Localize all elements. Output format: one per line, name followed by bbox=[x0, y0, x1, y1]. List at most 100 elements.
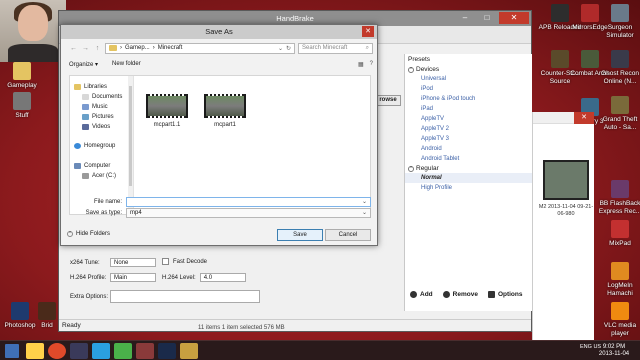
nav-item-libraries[interactable]: Libraries bbox=[74, 84, 107, 90]
refresh-icon[interactable]: ↻ bbox=[286, 45, 291, 52]
h264-level-select[interactable]: 4.0 bbox=[199, 273, 246, 282]
preset-item[interactable]: High Profile bbox=[405, 183, 532, 193]
video-thumbnail[interactable] bbox=[543, 160, 589, 200]
minimize-icon[interactable]: – bbox=[455, 12, 475, 24]
preset-item[interactable]: Normal bbox=[405, 173, 532, 183]
nav-item-computer[interactable]: Computer bbox=[74, 163, 110, 169]
cancel-button[interactable]: Cancel bbox=[325, 229, 371, 241]
skype-taskbar-icon[interactable] bbox=[92, 343, 110, 359]
close-icon[interactable]: ✕ bbox=[362, 26, 374, 37]
preset-actions: Add Remove Options bbox=[410, 291, 523, 298]
clock[interactable]: 9:02 PM 2013-11-04 bbox=[594, 344, 634, 358]
file-name: mcpart1 bbox=[214, 122, 236, 128]
preset-group-devices[interactable]: ⌃ Devices bbox=[405, 65, 532, 74]
desktop-icon[interactable]: BB FlashBack Express Rec... bbox=[598, 180, 640, 215]
explorer-taskbar-icon[interactable] bbox=[26, 343, 44, 359]
maximize-icon[interactable]: □ bbox=[477, 12, 497, 24]
steam-taskbar-icon[interactable] bbox=[70, 343, 88, 359]
handbrake-taskbar-icon[interactable] bbox=[180, 343, 198, 359]
desktop-icon[interactable]: MixPad bbox=[598, 220, 640, 248]
collapse-icon[interactable]: ⌃ bbox=[408, 165, 414, 172]
nav-label: Pictures bbox=[92, 114, 114, 120]
nav-item-documents[interactable]: Documents bbox=[82, 94, 122, 100]
navigation-scrollbar[interactable] bbox=[128, 76, 133, 216]
start-button[interactable] bbox=[5, 344, 19, 358]
libraries-icon bbox=[74, 84, 81, 90]
app-icon bbox=[581, 50, 599, 68]
remove-preset-button[interactable]: Remove bbox=[442, 291, 478, 298]
fast-decode-checkbox[interactable] bbox=[162, 258, 169, 265]
chevron-down-icon[interactable]: ⌄ bbox=[278, 45, 283, 52]
desktop-icon-bridge[interactable]: Brid bbox=[34, 302, 60, 330]
app-icon bbox=[611, 220, 629, 238]
back-icon[interactable]: ← bbox=[69, 44, 78, 53]
preset-item[interactable]: AppleTV bbox=[405, 114, 532, 124]
file-item[interactable]: mcpart1.1 bbox=[142, 94, 192, 128]
forward-icon[interactable]: → bbox=[81, 44, 90, 53]
preset-group-regular[interactable]: ⌃ Regular bbox=[405, 164, 532, 173]
desktop-icon-label: Grand Theft Auto - Sa... bbox=[602, 116, 638, 131]
desktop-icon[interactable]: Grand Theft Auto - Sa... bbox=[598, 96, 640, 131]
nav-item-homegroup[interactable]: Homegroup bbox=[74, 143, 115, 149]
address-bar[interactable]: › Gamep... › Minecraft ⌄ ↻ bbox=[105, 42, 295, 54]
utorrent-taskbar-icon[interactable] bbox=[114, 343, 132, 359]
preset-device-list: Universal iPod iPhone & iPod touch iPad Appl… bbox=[405, 74, 532, 164]
app-taskbar-icon[interactable] bbox=[158, 343, 176, 359]
extra-options-input[interactable] bbox=[110, 290, 260, 303]
h264-level-row: H.264 Level: 4.0 bbox=[162, 273, 246, 282]
desktop-icon[interactable]: Ghost Recon Online (N... bbox=[598, 50, 640, 85]
organize-button[interactable]: Organize ▾ bbox=[69, 61, 98, 68]
add-preset-button[interactable]: Add bbox=[410, 291, 433, 298]
close-icon[interactable]: ✕ bbox=[574, 112, 594, 124]
help-icon[interactable]: ? bbox=[370, 61, 373, 68]
breadcrumb-item[interactable]: Minecraft bbox=[158, 45, 183, 51]
preset-item[interactable]: AppleTV 3 bbox=[405, 134, 532, 144]
file-item[interactable]: mcpart1 bbox=[200, 94, 250, 128]
preset-item[interactable]: Android Tablet bbox=[405, 154, 532, 164]
desktop-icon-label: Gameplay bbox=[7, 82, 37, 89]
desktop-icon[interactable]: VLC media player bbox=[598, 302, 640, 337]
nav-item-drive-c[interactable]: Acer (C:) bbox=[82, 173, 116, 179]
homegroup-icon bbox=[74, 143, 81, 149]
app-icon bbox=[611, 262, 629, 280]
close-icon[interactable]: ✕ bbox=[499, 12, 529, 24]
preset-item[interactable]: iPad bbox=[405, 104, 532, 114]
desktop-icon[interactable]: LogMeIn Hamachi bbox=[598, 262, 640, 297]
desktop-icon-gameplay[interactable]: Gameplay bbox=[0, 62, 44, 90]
preset-item[interactable]: Android bbox=[405, 144, 532, 154]
nav-item-videos[interactable]: Videos bbox=[82, 124, 110, 130]
chevron-down-icon[interactable]: ⌄ bbox=[362, 198, 367, 206]
pictures-icon bbox=[82, 114, 89, 120]
nav-label: Homegroup bbox=[84, 143, 116, 149]
desktop-icon-stuff[interactable]: Stuff bbox=[0, 92, 44, 120]
breadcrumb-item[interactable]: Gamep... bbox=[125, 45, 150, 51]
up-icon[interactable]: ↑ bbox=[93, 44, 102, 53]
view-icon[interactable]: ▦ bbox=[358, 61, 364, 68]
preset-item[interactable]: iPod bbox=[405, 84, 532, 94]
preset-group-label: Devices bbox=[416, 66, 440, 73]
browse-button[interactable]: rowse bbox=[375, 95, 401, 106]
x264-tune-select[interactable]: None bbox=[110, 258, 156, 267]
search-input[interactable]: Search Minecraft ⌕ bbox=[298, 42, 373, 54]
hide-folders-button[interactable]: ⌃ Hide Folders bbox=[67, 231, 110, 237]
nav-item-pictures[interactable]: Pictures bbox=[82, 114, 114, 120]
chrome-taskbar-icon[interactable] bbox=[48, 343, 66, 359]
app-taskbar-icon[interactable] bbox=[136, 343, 154, 359]
save-button[interactable]: Save bbox=[277, 229, 323, 241]
dialog-titlebar[interactable]: Save As ✕ bbox=[61, 25, 377, 39]
collapse-icon[interactable]: ⌃ bbox=[408, 66, 414, 73]
organize-label: Organize bbox=[69, 61, 94, 68]
preset-options-button[interactable]: Options bbox=[487, 291, 523, 298]
chevron-right-icon: › bbox=[152, 45, 155, 51]
desktop-icon[interactable]: Surgeon Simulator bbox=[598, 4, 640, 39]
new-folder-button[interactable]: New folder bbox=[112, 61, 141, 67]
plus-icon bbox=[410, 291, 417, 298]
h264-profile-select[interactable]: Main bbox=[110, 273, 156, 282]
preset-item[interactable]: Universal bbox=[405, 74, 532, 84]
file-name-input[interactable]: ⌄ bbox=[126, 197, 371, 207]
nav-item-music[interactable]: Music bbox=[82, 104, 108, 110]
save-type-select[interactable]: mp4 ⌄ bbox=[126, 208, 371, 218]
preset-item[interactable]: AppleTV 2 bbox=[405, 124, 532, 134]
scrollbar-thumb[interactable] bbox=[129, 86, 132, 186]
preset-item[interactable]: iPhone & iPod touch bbox=[405, 94, 532, 104]
